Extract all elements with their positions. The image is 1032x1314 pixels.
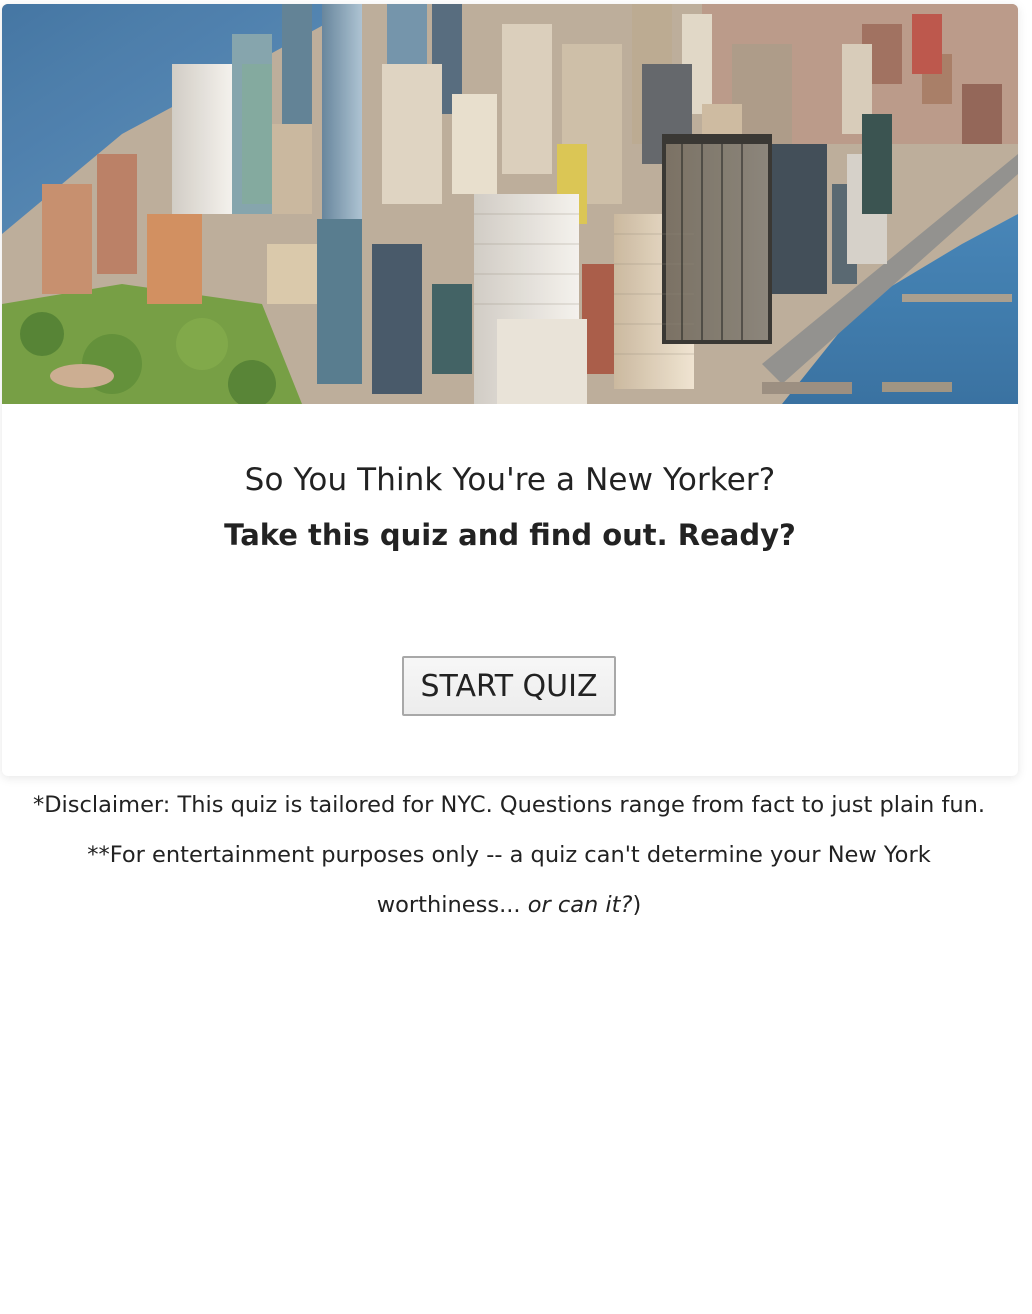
entertainment-note-close: ) — [632, 892, 642, 918]
quiz-title: So You Think You're a New Yorker? — [244, 462, 776, 498]
quiz-subtitle: Take this quiz and find out. Ready? — [224, 518, 796, 552]
quiz-card: So You Think You're a New Yorker? Take t… — [2, 4, 1018, 776]
entertainment-note-text: **For entertainment purposes only -- a q… — [87, 842, 931, 918]
disclaimer-text: *Disclaimer: This quiz is tailored for N… — [32, 792, 986, 818]
start-quiz-button[interactable]: START QUIZ — [402, 656, 616, 716]
entertainment-note: **For entertainment purposes only -- a q… — [0, 830, 1018, 930]
footer-notes: *Disclaimer: This quiz is tailored for N… — [0, 780, 1018, 930]
hero-image — [2, 4, 1018, 404]
entertainment-note-italic: or can it? — [527, 892, 633, 918]
